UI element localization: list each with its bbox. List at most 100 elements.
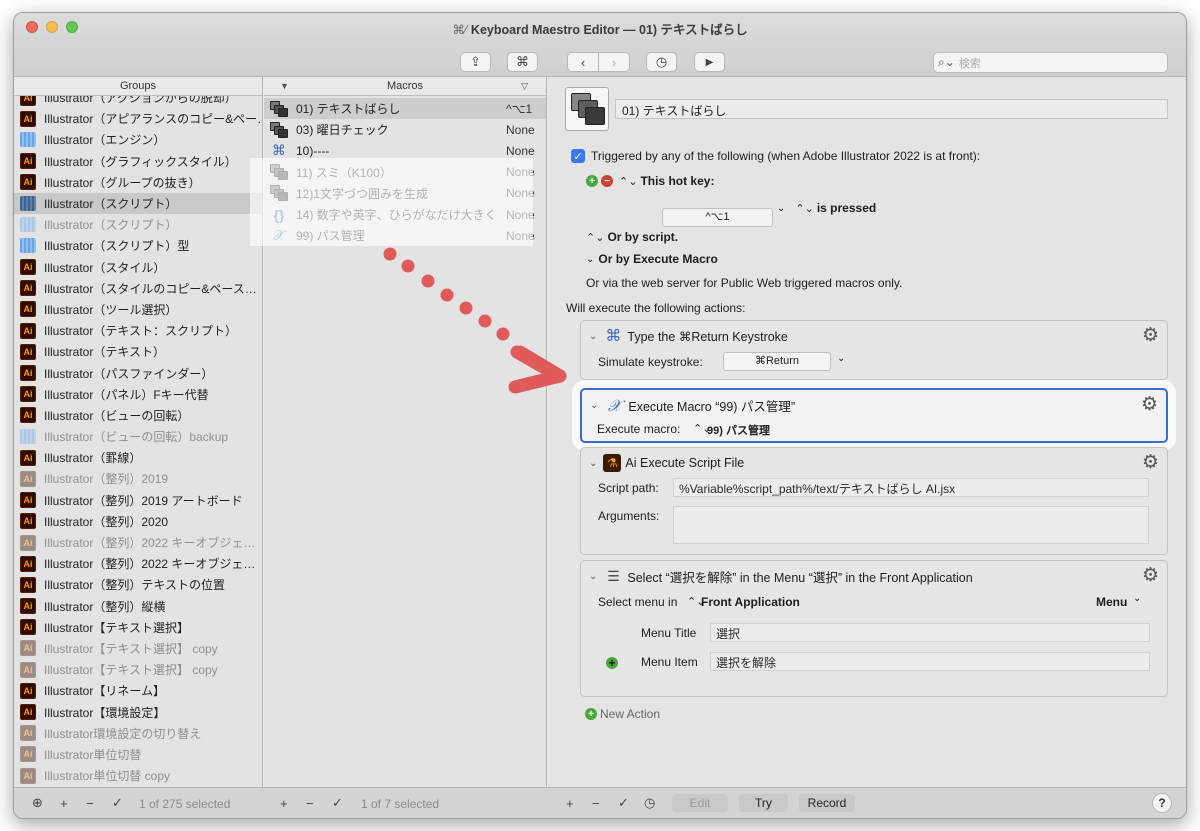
group-item[interactable]: Ai Illustrator（パスファインダー）: [14, 362, 262, 383]
macro-icon[interactable]: [565, 87, 609, 131]
history-button[interactable]: ◷: [646, 52, 677, 72]
macro-popup[interactable]: 99) パス管理: [707, 422, 770, 438]
arguments-field[interactable]: [673, 506, 1149, 544]
group-item[interactable]: Illustrator（ビューの回転）backup: [14, 426, 262, 447]
group-item[interactable]: Ai Illustrator（パネル）Fキー代替: [14, 384, 262, 405]
group-item[interactable]: Ai Illustrator（ツール選択）: [14, 299, 262, 320]
remove-action-button[interactable]: −: [592, 794, 600, 812]
macro-name-field[interactable]: 01) テキストばらし: [615, 99, 1168, 119]
group-item[interactable]: Ai Illustrator（スタイル）: [14, 257, 262, 278]
group-item[interactable]: Illustrator（スクリプト）: [14, 192, 262, 215]
action-execute-macro[interactable]: ⌄ 𝒳 Execute Macro “99) パス管理” ⚙ Execute m…: [580, 388, 1168, 443]
enable-action-button[interactable]: ✓: [618, 794, 629, 812]
groups-header[interactable]: Groups: [14, 77, 262, 96]
group-item[interactable]: Ai Illustrator（整列）縦横: [14, 596, 262, 617]
action-select-menu[interactable]: ⌄ ☰ Select “選択を解除” in the Menu “選択” in t…: [580, 560, 1168, 697]
group-item[interactable]: Ai Illustrator（整列）2020: [14, 511, 262, 532]
macro-item[interactable]: {} 14) 数字や英字、ひらがなだけ大きく None: [264, 204, 546, 225]
macro-item[interactable]: 03) 曜日チェック None: [264, 119, 546, 140]
add-trigger-button[interactable]: +: [586, 175, 598, 187]
edit-button[interactable]: Edit: [672, 794, 728, 812]
chevron-down-icon[interactable]: ⌄: [777, 203, 785, 214]
add-macro-button[interactable]: +: [280, 794, 288, 812]
group-item[interactable]: Ai Illustrator【環境設定】: [14, 701, 262, 722]
add-menu-item-button[interactable]: +: [606, 656, 618, 670]
macro-item[interactable]: 𝒳 99) パス管理 None: [264, 225, 546, 246]
chevron-down-icon[interactable]: ⌄: [1133, 593, 1141, 604]
or-by-script-row[interactable]: ⌃⌄ Or by script.: [586, 230, 678, 244]
gear-icon[interactable]: ⚙: [1142, 324, 1159, 347]
group-item[interactable]: Ai Illustrator（整列）2019: [14, 468, 262, 489]
group-item[interactable]: Ai Illustrator【テキスト選択】 copy: [14, 638, 262, 659]
group-item[interactable]: Ai Illustrator【テキスト選択】: [14, 617, 262, 638]
add-group-button[interactable]: +: [60, 794, 68, 812]
clock-icon[interactable]: ◷: [644, 794, 655, 812]
keystroke-field[interactable]: ⌘Return: [723, 352, 831, 371]
remove-macro-button[interactable]: −: [306, 794, 314, 812]
group-item[interactable]: Illustrator（スクリプト）型: [14, 235, 262, 256]
group-item[interactable]: Ai Illustrator単位切替: [14, 744, 262, 765]
group-item[interactable]: Ai Illustrator（アピアランスのコピー&ペー…: [14, 108, 262, 129]
macro-item[interactable]: 01) テキストばらし ^⌥1: [264, 98, 546, 120]
action-type-keystroke[interactable]: ⌄ ⌘ Type the ⌘Return Keystroke ⚙ Simulat…: [580, 320, 1168, 380]
enable-group-button[interactable]: ✓: [112, 794, 123, 812]
or-by-execute-macro-row[interactable]: ⌄ Or by Execute Macro: [586, 252, 718, 266]
try-button[interactable]: Try: [739, 794, 788, 812]
forward-button[interactable]: ›: [598, 52, 630, 72]
menu-title-field[interactable]: 選択: [710, 623, 1150, 642]
gear-icon[interactable]: ⚙: [1142, 564, 1159, 587]
group-item[interactable]: Ai Illustrator（整列）2022 キーオブジェ…: [14, 553, 262, 574]
group-item[interactable]: Ai Illustrator【リネーム】: [14, 680, 262, 701]
enable-macro-button[interactable]: ✓: [332, 794, 343, 812]
share-button[interactable]: ⇪: [460, 52, 491, 72]
chevron-down-icon[interactable]: ⌄: [589, 331, 597, 342]
group-item[interactable]: Ai Illustrator単位切替 copy: [14, 765, 262, 786]
gear-icon[interactable]: ⚙: [1141, 393, 1158, 416]
chevron-down-icon[interactable]: ⌄: [590, 400, 598, 411]
group-item[interactable]: Ai Illustrator（整列）2019 アートボード: [14, 490, 262, 511]
group-item[interactable]: Ai Illustrator（整列）2022 キーオブジェ…: [14, 532, 262, 553]
group-item[interactable]: Ai Illustrator（テキスト）: [14, 341, 262, 362]
sort-triangle-icon[interactable]: ▼: [280, 81, 289, 91]
group-item[interactable]: Ai Illustrator（ビューの回転）: [14, 405, 262, 426]
group-item[interactable]: Ai Illustrator（グループの抜き）: [14, 172, 262, 193]
macro-item[interactable]: ⌘ 10)---- None: [264, 140, 546, 161]
group-item[interactable]: Ai Illustrator（グラフィックスタイル）: [14, 151, 262, 172]
record-button[interactable]: Record: [799, 794, 855, 812]
hotkey-field[interactable]: ^⌥1: [662, 208, 773, 227]
command-button[interactable]: ⌘: [507, 52, 538, 72]
menu-dropdown[interactable]: Menu: [1096, 595, 1127, 609]
back-button[interactable]: ‹: [567, 52, 599, 72]
macro-item[interactable]: 11) スミ（K100） None: [264, 162, 546, 183]
group-item[interactable]: Illustrator（スクリプト）: [14, 214, 262, 235]
help-button[interactable]: ?: [1152, 793, 1172, 813]
group-item[interactable]: Ai Illustrator【テキスト選択】 copy: [14, 659, 262, 680]
macro-item[interactable]: 12)1文字づつ囲みを生成 None: [264, 183, 546, 204]
new-action-button[interactable]: + New Action: [585, 707, 660, 721]
group-item[interactable]: Illustrator（エンジン）: [14, 129, 262, 150]
group-item[interactable]: Ai Illustrator（整列）テキストの位置: [14, 574, 262, 595]
chevron-down-icon[interactable]: ⌄: [837, 353, 845, 364]
add-action-button[interactable]: +: [566, 794, 574, 812]
search-field[interactable]: ⌕⌄ 検索: [933, 52, 1168, 73]
chevron-down-icon[interactable]: ⌄: [589, 571, 597, 582]
is-pressed-popup[interactable]: is pressed: [817, 201, 876, 215]
chevron-down-icon[interactable]: ⌄: [589, 458, 597, 469]
macros-header[interactable]: ▼ Macros ▽: [264, 77, 546, 96]
gear-menu-icon[interactable]: ⊕: [32, 794, 43, 812]
action-execute-script[interactable]: ⌄ ⚗ Ai Execute Script File ⚙ Script path…: [580, 447, 1168, 555]
updown-icon[interactable]: ⌃⌄: [619, 175, 637, 188]
updown-icon[interactable]: ⌃⌄: [795, 202, 813, 215]
group-item[interactable]: Ai Illustrator（テキスト：スクリプト）: [14, 320, 262, 341]
script-path-field[interactable]: %Variable%script_path%/text/テキストばらし AI.j…: [673, 478, 1149, 497]
group-item[interactable]: Ai Illustrator（罫線）: [14, 447, 262, 468]
gear-icon[interactable]: ⚙: [1142, 451, 1159, 474]
remove-trigger-button[interactable]: −: [601, 175, 613, 187]
application-popup[interactable]: Front Application: [701, 595, 800, 609]
group-item[interactable]: Ai Illustrator（スタイルのコピー&ペース…: [14, 278, 262, 299]
filter-triangle-icon[interactable]: ▽: [521, 81, 528, 92]
run-button[interactable]: ▶: [694, 52, 725, 72]
trigger-checkbox[interactable]: ✓: [571, 149, 585, 163]
menu-item-field[interactable]: 選択を解除: [710, 652, 1150, 671]
group-item[interactable]: Ai Illustrator環境設定の切り替え: [14, 723, 262, 744]
